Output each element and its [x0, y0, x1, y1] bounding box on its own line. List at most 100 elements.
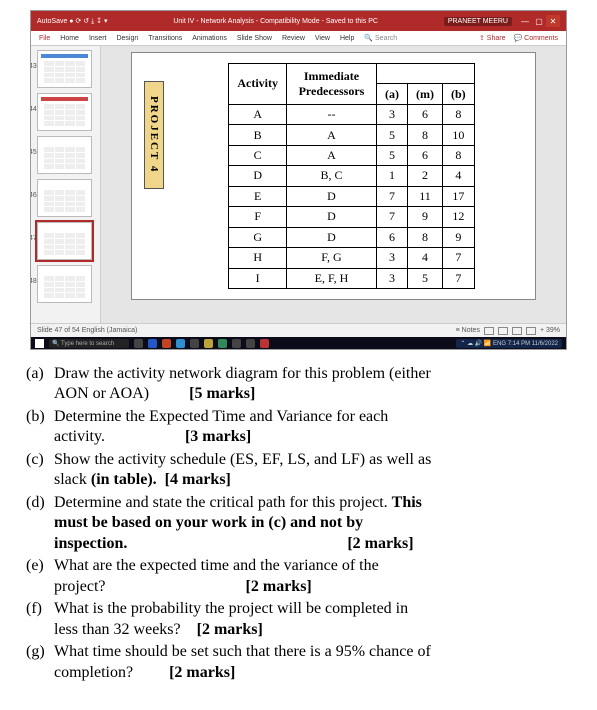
q-a-marks: [5 marks] [189, 385, 255, 402]
q-g-marks: [2 marks] [169, 664, 235, 681]
cell: A [286, 145, 376, 165]
app-icon[interactable] [204, 339, 213, 348]
tab-home[interactable]: Home [60, 35, 79, 42]
cell: 6 [407, 104, 442, 124]
slide-counter: Slide 47 of 54 English (Jamaica) [37, 327, 137, 334]
slide-stage: PROJECT 4 Activity Immediate Predecessor… [101, 46, 566, 323]
table-row: A--368 [229, 104, 474, 124]
maximize-button[interactable]: ▢ [532, 15, 546, 27]
slide-thumb[interactable]: 46 [37, 179, 92, 217]
close-button[interactable]: ✕ [546, 15, 560, 27]
q-c-line2b: (in table). [91, 471, 157, 488]
app-icon[interactable] [232, 339, 241, 348]
cell: 2 [407, 166, 442, 186]
minimize-button[interactable]: — [518, 15, 532, 27]
table-row: ED71117 [229, 186, 474, 206]
q-label-b: (b) [26, 407, 54, 448]
tab-file[interactable]: File [39, 35, 50, 42]
word-icon[interactable] [148, 339, 157, 348]
cell: -- [286, 104, 376, 124]
tab-animations[interactable]: Animations [192, 35, 227, 42]
cell: G [229, 227, 287, 247]
cell: F [229, 207, 287, 227]
q-label-f: (f) [26, 599, 54, 640]
q-e-marks: [2 marks] [246, 578, 312, 595]
tab-help[interactable]: Help [340, 35, 354, 42]
q-a-line2: AON or AOA) [54, 385, 149, 402]
view-normal-icon[interactable] [484, 327, 494, 335]
q-label-g: (g) [26, 642, 54, 683]
table-row: BA5810 [229, 125, 474, 145]
app-icon[interactable] [190, 339, 199, 348]
q-e-line2: project? [54, 578, 106, 595]
q-d-line1a: Determine and state the critical path fo… [54, 494, 392, 511]
slide-thumb[interactable]: 45 [37, 136, 92, 174]
cell: D [229, 166, 287, 186]
app-icon[interactable] [260, 339, 269, 348]
cell: 7 [376, 186, 407, 206]
user-badge[interactable]: PRANEET MEERU [444, 17, 512, 26]
thumb-number: 45 [31, 149, 37, 156]
view-sorter-icon[interactable] [498, 327, 508, 335]
tab-design[interactable]: Design [116, 35, 138, 42]
cell: E, F, H [286, 268, 376, 288]
q-label-d: (d) [26, 493, 54, 554]
start-icon[interactable] [35, 339, 44, 348]
view-reading-icon[interactable] [512, 327, 522, 335]
app-icon[interactable] [246, 339, 255, 348]
thumb-number: 47 [31, 235, 37, 242]
q-label-a: (a) [26, 364, 54, 405]
title-bar: AutoSave ● ⟳ ↺ ⤓ ↧ ▾ Unit IV - Network A… [31, 11, 566, 31]
notes-button[interactable]: ≡ Notes [456, 327, 480, 334]
ribbon: File Home Insert Design Transitions Anim… [31, 31, 566, 46]
taskview-icon[interactable] [134, 339, 143, 348]
ppt-icon[interactable] [162, 339, 171, 348]
window-title: Unit IV - Network Analysis - Compatibili… [107, 18, 443, 25]
thumbnail-pane[interactable]: 43 44 45 46 47 48 [31, 46, 101, 323]
cell: 11 [407, 186, 442, 206]
windows-taskbar: 🔍 Type here to search ⌃ ☁ 🔊 📶 ENG 7:14 P… [31, 337, 566, 349]
cell: 3 [376, 104, 407, 124]
comments-button[interactable]: 💬 Comments [513, 34, 558, 42]
cell: 3 [376, 268, 407, 288]
app-icon[interactable] [218, 339, 227, 348]
tab-view[interactable]: View [315, 35, 330, 42]
q-g-line2: completion? [54, 664, 133, 681]
slide-thumb[interactable]: 48 [37, 265, 92, 303]
edge-icon[interactable] [176, 339, 185, 348]
q-c-line2a: slack [54, 471, 91, 488]
zoom-level[interactable]: + 39% [540, 327, 560, 334]
powerpoint-window: AutoSave ● ⟳ ↺ ⤓ ↧ ▾ Unit IV - Network A… [30, 10, 567, 350]
col-m: (m) [407, 84, 442, 104]
slide-thumb[interactable]: 43 [37, 50, 92, 88]
autosave-group[interactable]: AutoSave ● ⟳ ↺ ⤓ ↧ ▾ [37, 17, 107, 26]
cell: 4 [442, 166, 474, 186]
thumb-number: 43 [31, 63, 37, 70]
tab-review[interactable]: Review [282, 35, 305, 42]
cell: C [229, 145, 287, 165]
cell: 8 [442, 145, 474, 165]
slide-thumb[interactable]: 44 [37, 93, 92, 131]
q-b-line2: activity. [54, 428, 105, 445]
tab-slideshow[interactable]: Slide Show [237, 35, 272, 42]
system-tray[interactable]: ⌃ ☁ 🔊 📶 ENG 7:14 PM 11/6/2022 [456, 339, 562, 348]
table-row: GD689 [229, 227, 474, 247]
slide-thumb-current[interactable]: 47 [37, 222, 92, 260]
cell: 10 [442, 125, 474, 145]
view-slideshow-icon[interactable] [526, 327, 536, 335]
search-field[interactable]: 🔍 Search [364, 34, 397, 42]
col-a: (a) [376, 84, 407, 104]
share-button[interactable]: ⇪ Share [479, 34, 506, 42]
q-d-line2: must be based on your work in (c) and no… [54, 514, 363, 531]
tab-insert[interactable]: Insert [89, 35, 107, 42]
tab-transitions[interactable]: Transitions [148, 35, 182, 42]
thumb-number: 46 [31, 192, 37, 199]
q-c-line1: Show the activity schedule (ES, EF, LS, … [54, 451, 431, 468]
table-row: CA568 [229, 145, 474, 165]
cell: 5 [376, 145, 407, 165]
taskbar-search[interactable]: 🔍 Type here to search [49, 339, 129, 348]
cell: 8 [442, 104, 474, 124]
cell: B, C [286, 166, 376, 186]
slide-canvas[interactable]: PROJECT 4 Activity Immediate Predecessor… [131, 52, 536, 300]
table-row: HF, G347 [229, 248, 474, 268]
